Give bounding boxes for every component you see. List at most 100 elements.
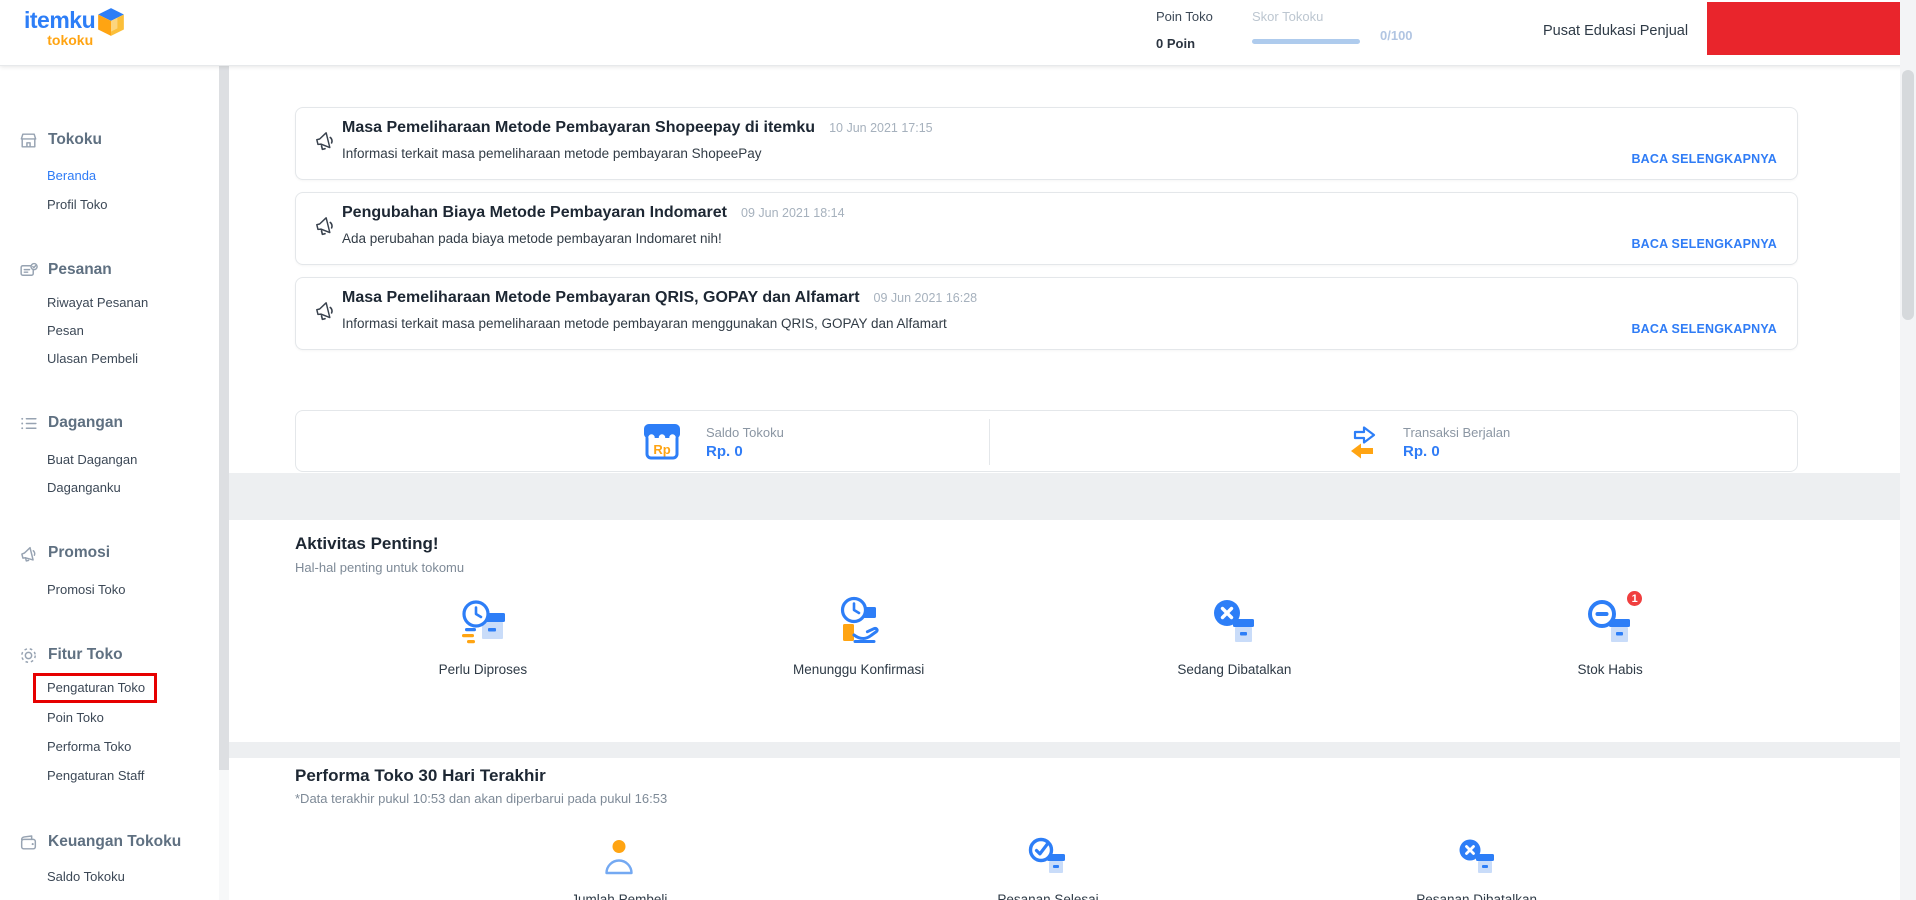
poin-toko-value: 0 Poin bbox=[1156, 36, 1196, 51]
brand-name: itemku bbox=[24, 7, 96, 33]
sidebar-item-poin-toko[interactable]: Poin Toko bbox=[47, 708, 104, 728]
megaphone-icon bbox=[316, 217, 333, 236]
announcement-card: Masa Pemeliharaan Metode Pembayaran Shop… bbox=[295, 107, 1798, 180]
activities-grid: Perlu Diproses Menunggu Konfirmasi Sedan… bbox=[295, 589, 1798, 677]
sidebar-item-pesan[interactable]: Pesan bbox=[47, 321, 84, 341]
header-action-button-redacted[interactable] bbox=[1707, 2, 1901, 55]
sidebar-section-dagangan[interactable]: Dagangan bbox=[18, 411, 123, 435]
performance-label: Pesanan Dibatalkan bbox=[1416, 892, 1538, 900]
announcement-date: 09 Jun 2021 16:28 bbox=[873, 291, 978, 305]
sidebar-section-label: Tokoku bbox=[48, 131, 102, 148]
announcement-card: Pengubahan Biaya Metode Pembayaran Indom… bbox=[295, 192, 1798, 265]
sidebar-item-riwayat-pesanan[interactable]: Riwayat Pesanan bbox=[47, 293, 148, 313]
section-divider-band bbox=[229, 742, 1900, 758]
brand-subname: tokoku bbox=[47, 32, 94, 48]
sidebar-item-performa-toko[interactable]: Performa Toko bbox=[47, 737, 131, 757]
pending-clock-icon bbox=[455, 594, 511, 655]
saldo-tokoku-label: Saldo Tokoku bbox=[706, 424, 784, 440]
highlight-box-pengaturan-toko bbox=[33, 673, 157, 703]
sidebar-section-label: Pesanan bbox=[48, 261, 112, 278]
transaksi-berjalan-label: Transaksi Berjalan bbox=[1403, 424, 1511, 440]
page-scrollbar-track bbox=[1900, 0, 1916, 900]
order-icon bbox=[20, 262, 38, 276]
sidebar-scrollbar-track bbox=[219, 66, 229, 900]
sidebar-section-keuangan-tokoku[interactable]: Keuangan Tokoku bbox=[18, 830, 181, 854]
announcement-description: Informasi terkait masa pemeliharaan meto… bbox=[342, 146, 762, 161]
buyers-person-icon bbox=[597, 836, 641, 885]
sidebar-section-pesanan[interactable]: Pesanan bbox=[18, 258, 112, 282]
performance-jumlah-pembeli[interactable]: Jumlah Pembeli bbox=[405, 836, 834, 900]
sidebar-scrollbar-thumb[interactable] bbox=[219, 66, 229, 770]
sidebar-item-profil-toko[interactable]: Profil Toko bbox=[47, 195, 107, 215]
sidebar-section-label: Fitur Toko bbox=[48, 646, 123, 663]
read-more-link[interactable]: BACA SELENGKAPNYA bbox=[1631, 322, 1777, 336]
sidebar-section-promosi[interactable]: Promosi bbox=[18, 541, 110, 565]
sidebar-item-beranda[interactable]: Beranda bbox=[47, 166, 96, 186]
sidebar-section-fitur-toko[interactable]: Fitur Toko bbox=[18, 643, 123, 667]
cancelling-icon bbox=[1206, 594, 1262, 655]
activity-sedang-dibatalkan[interactable]: Sedang Dibatalkan bbox=[1047, 594, 1423, 677]
sidebar-section-label: Promosi bbox=[48, 544, 111, 561]
transaksi-berjalan-widget[interactable]: Transaksi Berjalan Rp. 0 bbox=[1343, 411, 1510, 473]
read-more-link[interactable]: BACA SELENGKAPNYA bbox=[1631, 152, 1777, 166]
page-scrollbar-thumb[interactable] bbox=[1902, 70, 1914, 320]
performance-section-title: Performa Toko 30 Hari Terakhir bbox=[295, 766, 546, 785]
stok-habis-count-badge: 1 bbox=[1625, 589, 1645, 608]
activity-stok-habis[interactable]: 1 Stok Habis bbox=[1422, 589, 1798, 677]
skor-tokoku-label: Skor Tokoku bbox=[1252, 9, 1324, 24]
sidebar-item-ulasan-pembeli[interactable]: Ulasan Pembeli bbox=[47, 349, 138, 369]
skor-tokoku-widget[interactable]: Skor Tokoku bbox=[1252, 8, 1362, 44]
poin-toko-label: Poin Toko bbox=[1156, 9, 1213, 24]
vertical-divider bbox=[989, 419, 990, 465]
sidebar-section-tokoku[interactable]: Tokoku bbox=[18, 128, 102, 152]
box-logo-icon bbox=[98, 8, 124, 36]
activity-label: Perlu Diproses bbox=[438, 662, 528, 677]
wallet-icon bbox=[20, 834, 37, 850]
performance-label: Pesanan Selesai bbox=[997, 892, 1099, 900]
rupiah-label: Rp bbox=[653, 442, 671, 457]
announcement-date: 10 Jun 2021 17:15 bbox=[829, 121, 933, 135]
sidebar-nav: Tokoku Beranda Profil Toko Pesanan Riway… bbox=[0, 66, 219, 900]
announcement-date: 09 Jun 2021 18:14 bbox=[741, 206, 845, 220]
performance-pesanan-selesai[interactable]: Pesanan Selesai bbox=[834, 836, 1263, 900]
out-of-stock-icon: 1 bbox=[1582, 589, 1645, 655]
activities-section-subtitle: Hal-hal penting untuk tokomu bbox=[295, 560, 465, 575]
itemku-logo[interactable]: itemku tokoku bbox=[24, 7, 125, 48]
sidebar-item-saldo-tokoku[interactable]: Saldo Tokoku bbox=[47, 867, 125, 887]
announcement-title-text: Pengubahan Biaya Metode Pembayaran Indom… bbox=[342, 204, 727, 221]
sidebar-item-promosi-toko[interactable]: Promosi Toko bbox=[47, 580, 126, 600]
skor-tokoku-value: 0/100 bbox=[1380, 28, 1413, 43]
sidebar-item-pengaturan-staff[interactable]: Pengaturan Staff bbox=[47, 766, 144, 786]
sidebar-section-label: Keuangan Tokoku bbox=[48, 833, 182, 850]
cancelled-icon bbox=[1455, 836, 1499, 885]
main-content: Masa Pemeliharaan Metode Pembayaran Shop… bbox=[229, 66, 1900, 900]
announcement-title: Masa Pemeliharaan Metode Pembayaran QRIS… bbox=[342, 289, 977, 307]
activity-perlu-diproses[interactable]: Perlu Diproses bbox=[295, 594, 671, 677]
announcement-title-text: Masa Pemeliharaan Metode Pembayaran QRIS… bbox=[342, 289, 860, 306]
balance-card: Rp Saldo Tokoku Rp. 0 Transaksi Berjalan… bbox=[295, 410, 1798, 472]
pusat-edukasi-link[interactable]: Pusat Edukasi Penjual bbox=[1543, 23, 1688, 39]
performance-grid: Jumlah Pembeli Pesanan Selesai Pesanan D… bbox=[405, 836, 1691, 900]
poin-toko-widget[interactable]: Poin Toko 0 Poin bbox=[1156, 8, 1213, 51]
itemku-seller-dashboard: itemku tokoku Poin Toko 0 Poin Skor Toko… bbox=[0, 0, 1916, 900]
megaphone-icon bbox=[316, 302, 333, 321]
announcement-card: Masa Pemeliharaan Metode Pembayaran QRIS… bbox=[295, 277, 1798, 350]
activity-label: Menunggu Konfirmasi bbox=[792, 662, 925, 677]
announcement-description: Ada perubahan pada biaya metode pembayar… bbox=[342, 231, 722, 246]
list-icon bbox=[21, 417, 37, 429]
sidebar-item-daganganku[interactable]: Daganganku bbox=[47, 478, 121, 498]
saldo-tokoku-widget[interactable]: Rp Saldo Tokoku Rp. 0 bbox=[638, 411, 784, 473]
sidebar-item-buat-dagangan[interactable]: Buat Dagangan bbox=[47, 450, 137, 470]
performance-pesanan-dibatalkan[interactable]: Pesanan Dibatalkan bbox=[1262, 836, 1691, 900]
read-more-link[interactable]: BACA SELENGKAPNYA bbox=[1631, 237, 1777, 251]
activity-label: Sedang Dibatalkan bbox=[1177, 662, 1292, 677]
sidebar-section-label: Dagangan bbox=[48, 414, 123, 431]
transaksi-berjalan-value: Rp. 0 bbox=[1403, 442, 1440, 460]
megaphone-icon bbox=[316, 132, 333, 151]
section-divider-band bbox=[229, 473, 1900, 520]
gear-icon bbox=[21, 647, 36, 663]
megaphone-icon bbox=[21, 546, 36, 562]
performance-section-subtitle: *Data terakhir pukul 10:53 dan akan dipe… bbox=[295, 791, 668, 806]
transfer-arrows-icon bbox=[1351, 426, 1376, 459]
activity-menunggu-konfirmasi[interactable]: Menunggu Konfirmasi bbox=[671, 594, 1047, 677]
